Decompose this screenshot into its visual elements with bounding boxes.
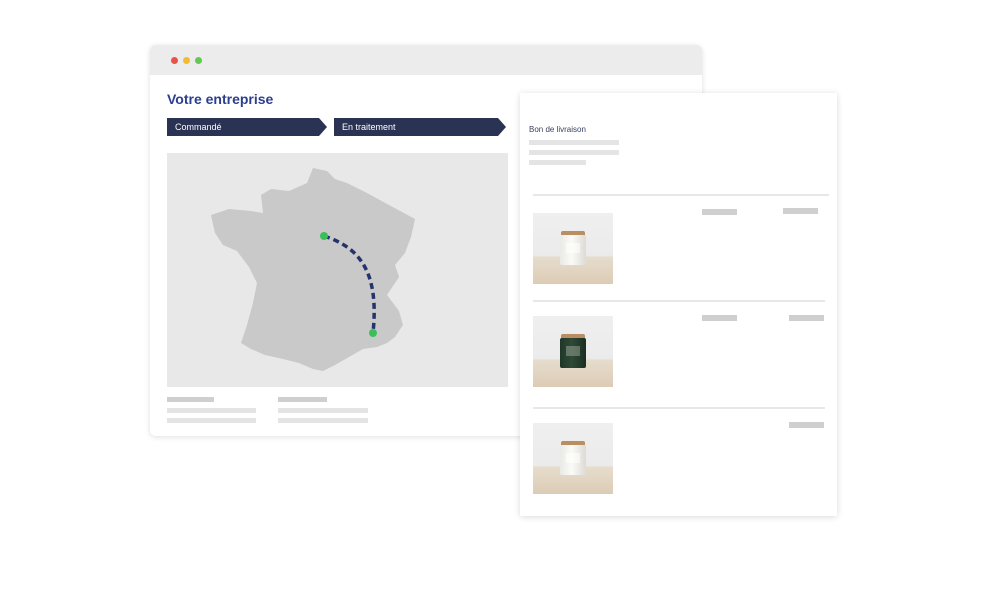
france-shape: [211, 168, 415, 371]
placeholder-value: [783, 208, 818, 214]
jar-label-icon: [566, 243, 580, 253]
minimize-window-icon[interactable]: [183, 57, 190, 64]
origin-marker: [320, 232, 328, 240]
placeholder-value: [702, 209, 737, 215]
divider: [533, 407, 825, 409]
placeholder-line: [167, 408, 256, 413]
placeholder-heading: [167, 397, 214, 402]
product-thumbnail[interactable]: [533, 213, 613, 284]
divider: [533, 194, 829, 196]
delivery-note: Bon de livraison: [520, 93, 837, 516]
step-processing[interactable]: En traitement: [334, 118, 506, 136]
placeholder-line: [529, 150, 619, 155]
step-ordered[interactable]: Commandé: [167, 118, 327, 136]
placeholder-value: [789, 315, 824, 321]
product-thumbnail[interactable]: [533, 316, 613, 387]
destination-marker: [369, 329, 377, 337]
maximize-window-icon[interactable]: [195, 57, 202, 64]
divider: [533, 300, 825, 302]
placeholder-heading: [278, 397, 327, 402]
tracking-map: [167, 153, 508, 387]
jar-label-icon: [566, 453, 580, 463]
company-title: Votre entreprise: [167, 91, 274, 107]
france-map: [211, 168, 415, 371]
browser-titlebar: [150, 45, 702, 75]
delivery-note-title: Bon de livraison: [529, 125, 586, 134]
jar-label-icon: [566, 346, 580, 356]
placeholder-line: [167, 418, 256, 423]
placeholder-value: [702, 315, 737, 321]
product-thumbnail[interactable]: [533, 423, 613, 494]
placeholder-line: [278, 408, 368, 413]
placeholder-line: [529, 140, 619, 145]
placeholder-line: [278, 418, 368, 423]
placeholder-line: [529, 160, 586, 165]
placeholder-value: [789, 422, 824, 428]
close-window-icon[interactable]: [171, 57, 178, 64]
